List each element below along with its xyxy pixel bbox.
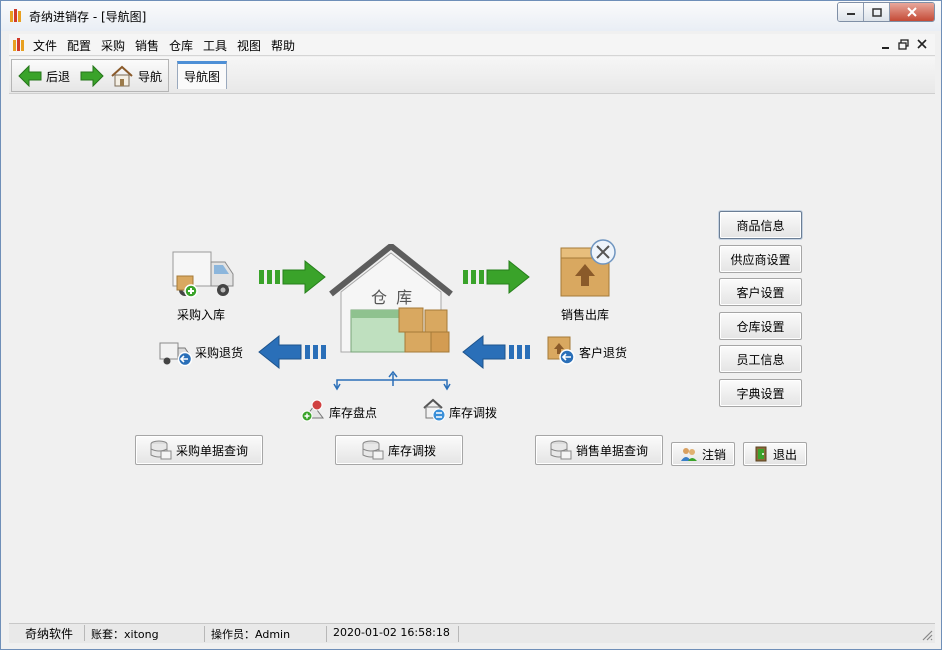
stock-transfer-query-label: 库存调拨 bbox=[387, 443, 436, 458]
database-icon bbox=[362, 440, 384, 460]
exit-label: 退出 bbox=[772, 447, 797, 462]
forward-button[interactable] bbox=[80, 63, 104, 89]
stock-transfer-query-button[interactable]: 库存调拨 bbox=[335, 435, 463, 465]
users-icon bbox=[680, 448, 697, 461]
status-account: 账套：xitong bbox=[87, 626, 205, 642]
customer-return-arrow-icon bbox=[462, 334, 530, 370]
menu-sales[interactable]: 销售 bbox=[135, 37, 159, 54]
back-button[interactable]: 后退 bbox=[18, 63, 70, 89]
return-truck-icon[interactable] bbox=[159, 339, 193, 367]
menu-config[interactable]: 配置 bbox=[67, 37, 91, 54]
mdi-close-icon[interactable] bbox=[917, 39, 927, 49]
minimize-button[interactable] bbox=[838, 3, 864, 21]
app-logo-icon bbox=[13, 38, 24, 51]
database-icon bbox=[550, 440, 572, 460]
sales-box-icon[interactable] bbox=[557, 238, 621, 300]
stock-transfer-label[interactable]: 库存调拨 bbox=[449, 404, 497, 421]
mdi-restore-icon[interactable] bbox=[898, 39, 909, 50]
status-bar: 奇纳软件 账套：xitong 操作员：Admin 2020-01-02 16:5… bbox=[9, 623, 935, 643]
status-operator: 操作员：Admin bbox=[207, 626, 327, 642]
stock-transfer-icon[interactable] bbox=[421, 398, 447, 422]
close-icon bbox=[907, 7, 917, 17]
navigation-toolstrip: 后退 导航 bbox=[11, 59, 169, 92]
app-window: 奇纳进销存 - [导航图] 文件 配置 采购 销售 仓库 工具 视图 帮助 后退… bbox=[0, 0, 942, 650]
customer-return-icon[interactable] bbox=[547, 334, 579, 368]
navigation-diagram: 采购入库 采购退货 仓 库 销售出库 客户退货 库存盘点 库存调拨 采购单据查询… bbox=[9, 94, 935, 622]
sales-out-label[interactable]: 销售出库 bbox=[561, 306, 609, 323]
status-operator-label: 操作员： bbox=[211, 628, 255, 641]
purchase-in-label[interactable]: 采购入库 bbox=[177, 306, 225, 323]
resize-grip-icon[interactable] bbox=[921, 629, 933, 641]
product-info-button[interactable]: 商品信息 bbox=[719, 211, 802, 239]
menu-help[interactable]: 帮助 bbox=[271, 37, 295, 54]
menu-file[interactable]: 文件 bbox=[33, 37, 57, 54]
purchase-query-label: 采购单据查询 bbox=[175, 443, 248, 458]
status-operator-value: Admin bbox=[255, 628, 291, 641]
mdi-minimize-icon[interactable] bbox=[881, 40, 891, 50]
restore-icon bbox=[871, 7, 882, 17]
status-account-value: xitong bbox=[124, 628, 159, 641]
connector-bracket bbox=[333, 370, 451, 391]
home-button[interactable]: 导航 bbox=[110, 63, 162, 89]
home-icon bbox=[111, 65, 133, 87]
toolbar-area: 后退 导航 导航图 bbox=[9, 57, 935, 94]
database-icon bbox=[150, 440, 172, 460]
exit-button[interactable]: 退出 bbox=[743, 442, 807, 466]
window-title: 奇纳进销存 - [导航图] bbox=[29, 10, 147, 24]
status-company: 奇纳软件 bbox=[21, 625, 85, 641]
customer-settings-button[interactable]: 客户设置 bbox=[719, 278, 802, 306]
employee-info-button[interactable]: 员工信息 bbox=[719, 345, 802, 373]
status-datetime: 2020-01-02 16:58:18 bbox=[329, 626, 459, 642]
sales-out-arrow-icon bbox=[463, 259, 530, 295]
title-bar[interactable]: 奇纳进销存 - [导航图] bbox=[1, 1, 941, 31]
warehouse-settings-button[interactable]: 仓库设置 bbox=[719, 312, 802, 340]
back-arrow-icon bbox=[18, 65, 42, 87]
sales-query-label: 销售单据查询 bbox=[575, 443, 648, 458]
back-label: 后退 bbox=[46, 69, 71, 84]
minimize-icon bbox=[846, 13, 855, 15]
window-controls bbox=[837, 2, 935, 22]
sales-query-button[interactable]: 销售单据查询 bbox=[535, 435, 663, 465]
customer-return-label[interactable]: 客户退货 bbox=[579, 344, 627, 361]
stock-count-label[interactable]: 库存盘点 bbox=[329, 404, 377, 421]
menu-tools[interactable]: 工具 bbox=[203, 37, 227, 54]
purchase-return-arrow-icon bbox=[258, 334, 326, 370]
home-label: 导航 bbox=[138, 69, 163, 84]
logout-button[interactable]: 注销 bbox=[671, 442, 735, 466]
dictionary-settings-button[interactable]: 字典设置 bbox=[719, 379, 802, 407]
menu-warehouse[interactable]: 仓库 bbox=[169, 37, 193, 54]
app-logo-icon bbox=[10, 9, 21, 22]
menu-view[interactable]: 视图 bbox=[237, 37, 261, 54]
logout-label: 注销 bbox=[701, 447, 726, 462]
purchase-return-label[interactable]: 采购退货 bbox=[195, 344, 243, 361]
menu-purchase[interactable]: 采购 bbox=[101, 37, 125, 54]
warehouse-label: 仓 库 bbox=[371, 288, 415, 307]
purchase-in-arrow-icon bbox=[259, 259, 326, 295]
supplier-settings-button[interactable]: 供应商设置 bbox=[719, 245, 802, 273]
exit-door-icon bbox=[755, 446, 767, 462]
stock-count-icon[interactable] bbox=[301, 398, 327, 422]
forward-arrow-icon bbox=[80, 65, 104, 87]
close-button[interactable] bbox=[890, 3, 934, 21]
restore-button[interactable] bbox=[864, 3, 890, 21]
tab-navigation-map[interactable]: 导航图 bbox=[177, 61, 227, 89]
truck-icon[interactable] bbox=[171, 246, 237, 302]
purchase-query-button[interactable]: 采购单据查询 bbox=[135, 435, 263, 465]
status-account-label: 账套： bbox=[91, 628, 124, 641]
menu-bar: 文件 配置 采购 销售 仓库 工具 视图 帮助 bbox=[9, 34, 935, 56]
